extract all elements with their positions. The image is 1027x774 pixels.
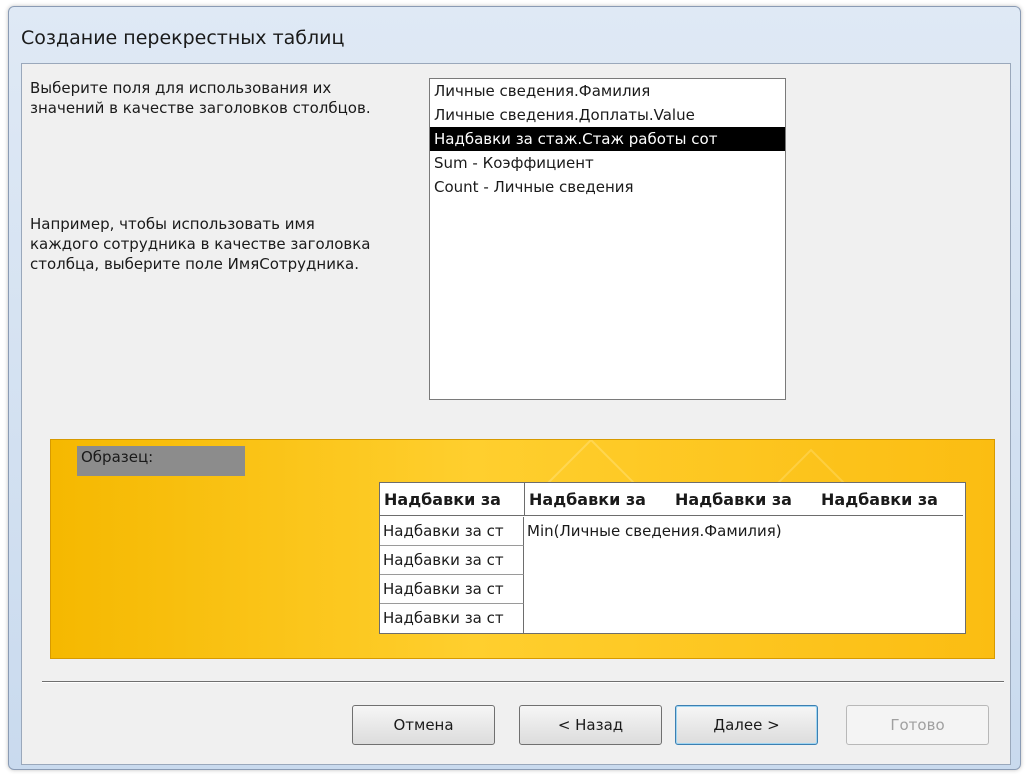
field-item[interactable]: Count - Личные сведения <box>430 175 785 199</box>
example-text: Например, чтобы использовать имя каждого… <box>30 215 371 273</box>
dialog-body: Выберите поля для использования их значе… <box>21 63 1011 765</box>
column-header: Надбавки за <box>817 483 963 516</box>
column-header: Надбавки за <box>380 483 525 516</box>
separator <box>42 681 1004 683</box>
row-header: Надбавки за ст <box>380 604 524 633</box>
column-header: Надбавки за <box>671 483 817 516</box>
row-header: Надбавки за ст <box>380 517 524 546</box>
instruction-text: Выберите поля для использования их значе… <box>30 79 371 117</box>
column-header: Надбавки за <box>525 483 671 516</box>
back-button[interactable]: < Назад <box>519 705 662 745</box>
next-button[interactable]: Далее > <box>675 705 818 745</box>
sample-value: Min(Личные сведения.Фамилия) <box>527 522 782 540</box>
sample-preview: Образец: Надбавки за Надбавки за Надбавк… <box>50 439 995 659</box>
dialog-window: Создание перекрестных таблиц Выберите по… <box>8 6 1021 770</box>
row-header: Надбавки за ст <box>380 546 524 575</box>
sample-grid: Надбавки за Надбавки за Надбавки за Надб… <box>379 482 966 634</box>
field-item[interactable]: Sum - Коэффициент <box>430 151 785 175</box>
field-item[interactable]: Личные сведения.Доплаты.Value <box>430 103 785 127</box>
sample-label: Образец: <box>77 446 245 476</box>
field-listbox[interactable]: Личные сведения.Фамилия Личные сведения.… <box>429 78 786 400</box>
cancel-button[interactable]: Отмена <box>352 705 495 745</box>
field-item[interactable]: Личные сведения.Фамилия <box>430 79 785 103</box>
finish-button[interactable]: Готово <box>846 705 989 745</box>
dialog-title: Создание перекрестных таблиц <box>21 27 345 49</box>
field-item-selected[interactable]: Надбавки за стаж.Стаж работы сот <box>430 127 785 151</box>
title-bar[interactable]: Создание перекрестных таблиц <box>9 7 1020 59</box>
row-header: Надбавки за ст <box>380 575 524 604</box>
